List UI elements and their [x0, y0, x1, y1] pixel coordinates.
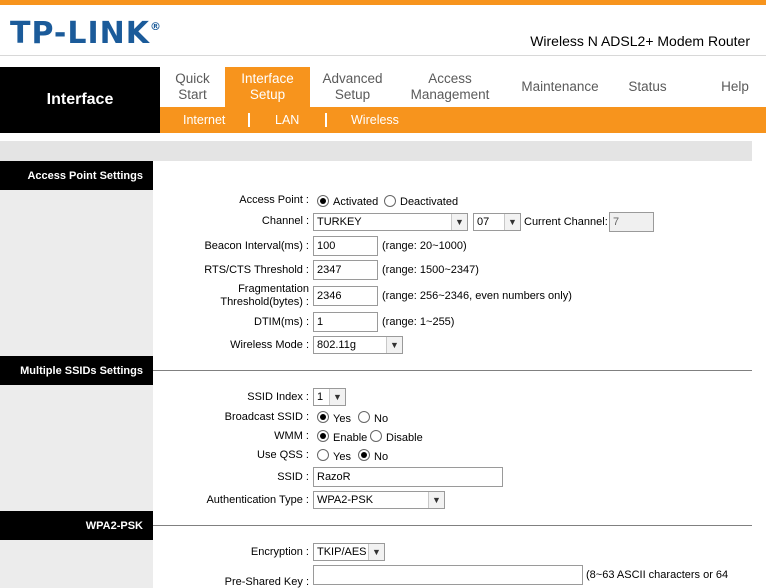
fragmentation-label-line2: Threshold(bytes) : — [220, 296, 309, 308]
wmm-label: WMM : — [274, 430, 309, 442]
pre-shared-key-label: Pre-Shared Key : — [224, 576, 309, 588]
use-qss-no-radio[interactable] — [358, 449, 370, 461]
encryption-select[interactable]: TKIP/AES ▼ — [313, 543, 385, 561]
access-point-activated-radio[interactable] — [317, 195, 329, 207]
encryption-label: Encryption : — [250, 546, 309, 558]
deactivated-label: Deactivated — [400, 196, 459, 208]
subtab-wireless[interactable]: Wireless — [351, 107, 399, 133]
chevron-down-icon: ▼ — [504, 214, 520, 230]
access-point-deactivated-radio[interactable] — [384, 195, 396, 207]
broadcast-ssid-label: Broadcast SSID : — [224, 411, 309, 423]
authentication-type-label: Authentication Type : — [206, 494, 309, 506]
ssid-index-select[interactable]: 1 ▼ — [313, 388, 346, 406]
section-access-point-settings: Access Point Settings — [0, 161, 153, 190]
section-wpa2-psk: WPA2-PSK — [0, 511, 153, 540]
chevron-down-icon: ▼ — [451, 214, 467, 230]
activated-label: Activated — [333, 196, 379, 208]
chevron-down-icon: ▼ — [368, 544, 384, 560]
subnav-divider — [325, 113, 327, 127]
chevron-down-icon: ▼ — [428, 492, 444, 508]
fragmentation-label-line1: Fragmentation — [238, 283, 309, 295]
chevron-down-icon: ▼ — [329, 389, 345, 405]
beacon-interval-range: (range: 20~1000) — [382, 240, 467, 252]
wmm-enable-radio[interactable] — [317, 430, 329, 442]
channel-country-select[interactable]: TURKEY ▼ — [313, 213, 468, 231]
model-name: Wireless N ADSL2+ Modem Router — [530, 33, 750, 49]
tab-maintenance[interactable]: Maintenance — [505, 67, 615, 107]
use-qss-yes-label: Yes — [333, 451, 351, 463]
rts-threshold-range: (range: 1500~2347) — [382, 264, 479, 276]
ssid-label: SSID : — [277, 471, 309, 483]
fragmentation-threshold-input[interactable]: 2346 — [313, 286, 378, 306]
ssid-index-label: SSID Index : — [247, 391, 309, 403]
rts-threshold-input[interactable]: 2347 — [313, 260, 378, 280]
dtim-input[interactable]: 1 — [313, 312, 378, 332]
section-multiple-ssids-settings: Multiple SSIDs Settings — [0, 356, 153, 385]
broadcast-ssid-no-radio[interactable] — [358, 411, 370, 423]
wmm-disable-label: Disable — [386, 432, 423, 444]
tab-quick-start[interactable]: Quick Start — [160, 67, 225, 107]
ssid-input[interactable]: RazoR — [313, 467, 503, 487]
tab-interface-setup[interactable]: Interface Setup — [225, 67, 310, 107]
access-point-label: Access Point : — [239, 194, 309, 206]
main-nav: Quick Start Interface Setup Advanced Setup … — [160, 67, 766, 107]
use-qss-yes-radio[interactable] — [317, 449, 329, 461]
tab-status[interactable]: Status — [615, 67, 680, 107]
pre-shared-key-input[interactable] — [313, 565, 583, 585]
tab-help[interactable]: Help — [710, 67, 760, 107]
current-channel-field: 7 — [609, 212, 654, 232]
tab-advanced-setup[interactable]: Advanced Setup — [310, 67, 395, 107]
use-qss-label: Use QSS : — [257, 449, 309, 461]
wireless-mode-label: Wireless Mode : — [230, 339, 309, 351]
tab-access-management[interactable]: Access Management — [395, 67, 505, 107]
beacon-interval-input[interactable]: 100 — [313, 236, 378, 256]
rts-threshold-label: RTS/CTS Threshold : — [204, 264, 309, 276]
header-divider — [0, 55, 766, 56]
section-divider — [153, 525, 752, 526]
subnav-divider — [248, 113, 250, 127]
chevron-down-icon: ▼ — [386, 337, 402, 353]
tp-link-logo: TP-LINK® — [10, 16, 163, 51]
channel-number-select[interactable]: 07 ▼ — [473, 213, 521, 231]
dtim-range: (range: 1~255) — [382, 316, 455, 328]
content-header-strip — [0, 141, 752, 161]
dtim-label: DTIM(ms) : — [254, 316, 309, 328]
section-divider — [153, 370, 752, 371]
subtab-internet[interactable]: Internet — [183, 107, 225, 133]
current-section-title: Interface — [0, 67, 160, 133]
current-channel-label: Current Channel: — [524, 216, 608, 228]
pre-shared-key-hint: (8~63 ASCII characters or 64 — [586, 569, 729, 581]
subtab-lan[interactable]: LAN — [275, 107, 299, 133]
wmm-enable-label: Enable — [333, 432, 368, 444]
beacon-interval-label: Beacon Interval(ms) : — [204, 240, 309, 252]
broadcast-no-label: No — [374, 413, 389, 425]
top-accent-bar — [0, 0, 766, 5]
wireless-mode-select[interactable]: 802.11g ▼ — [313, 336, 403, 354]
channel-label: Channel : — [261, 215, 309, 227]
authentication-type-select[interactable]: WPA2-PSK ▼ — [313, 491, 445, 509]
wmm-disable-radio[interactable] — [370, 430, 382, 442]
sub-nav: Internet LAN Wireless — [160, 107, 766, 133]
fragmentation-range: (range: 256~2346, even numbers only) — [382, 290, 572, 302]
broadcast-yes-label: Yes — [333, 413, 351, 425]
use-qss-no-label: No — [374, 451, 389, 463]
broadcast-ssid-yes-radio[interactable] — [317, 411, 329, 423]
